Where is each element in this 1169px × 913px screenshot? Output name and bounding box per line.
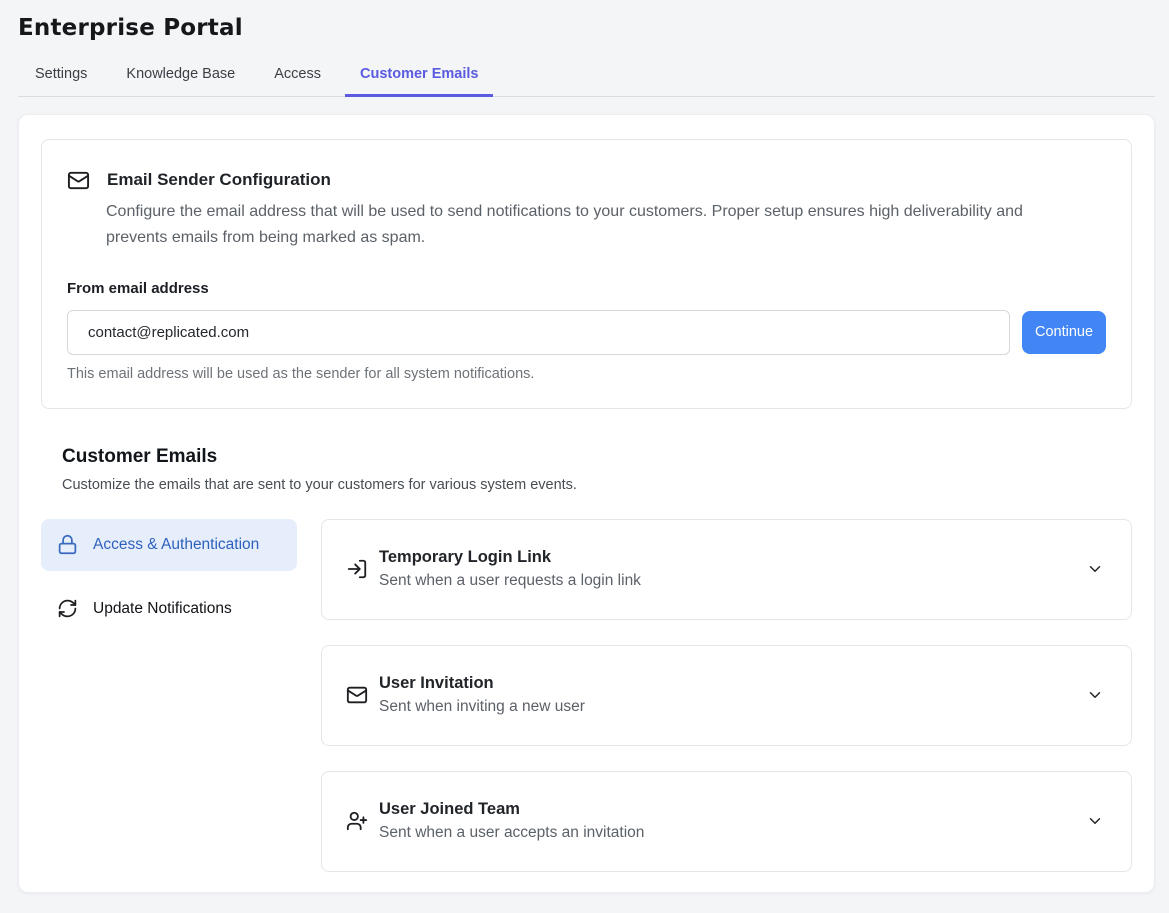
email-card-user-invitation[interactable]: User Invitation Sent when inviting a new… — [321, 645, 1132, 746]
refresh-icon — [57, 598, 78, 619]
chevron-down-icon[interactable] — [1086, 686, 1104, 704]
customer-emails-section-title: Customer Emails — [62, 446, 1132, 468]
page-title: Enterprise Portal — [18, 15, 1169, 41]
tab-settings[interactable]: Settings — [20, 55, 102, 97]
lock-icon — [57, 534, 78, 555]
config-card-description: Configure the email address that will be… — [106, 199, 1078, 252]
email-card-title: User Joined Team — [379, 800, 644, 819]
mail-icon — [67, 169, 90, 192]
email-category-list: Access & Authentication Update Notificat… — [41, 519, 297, 872]
category-label: Update Notifications — [93, 600, 232, 617]
customer-emails-panel: Email Sender Configuration Configure the… — [18, 114, 1155, 893]
category-update-notifications[interactable]: Update Notifications — [41, 583, 297, 635]
email-card-title: User Invitation — [379, 674, 585, 693]
email-template-list: Temporary Login Link Sent when a user re… — [321, 519, 1132, 872]
from-email-label: From email address — [67, 280, 1106, 297]
email-card-temporary-login-link[interactable]: Temporary Login Link Sent when a user re… — [321, 519, 1132, 620]
continue-button[interactable]: Continue — [1022, 311, 1106, 354]
chevron-down-icon[interactable] — [1086, 812, 1104, 830]
tab-customer-emails[interactable]: Customer Emails — [345, 55, 493, 97]
email-card-subtitle: Sent when a user accepts an invitation — [379, 824, 644, 842]
email-card-subtitle: Sent when inviting a new user — [379, 698, 585, 716]
email-card-title: Temporary Login Link — [379, 548, 641, 567]
user-plus-icon — [346, 810, 368, 832]
tab-bar: Settings Knowledge Base Access Customer … — [18, 55, 1155, 97]
email-card-subtitle: Sent when a user requests a login link — [379, 572, 641, 590]
category-label: Access & Authentication — [93, 536, 259, 553]
mail-icon — [346, 684, 368, 706]
email-sender-config-card: Email Sender Configuration Configure the… — [41, 139, 1132, 409]
tab-access[interactable]: Access — [259, 55, 336, 97]
category-access-authentication[interactable]: Access & Authentication — [41, 519, 297, 571]
from-email-input[interactable] — [67, 310, 1010, 355]
from-email-helper-text: This email address will be used as the s… — [67, 366, 1106, 382]
email-card-user-joined-team[interactable]: User Joined Team Sent when a user accept… — [321, 771, 1132, 872]
tab-knowledge-base[interactable]: Knowledge Base — [111, 55, 250, 97]
config-card-title: Email Sender Configuration — [107, 168, 331, 190]
customer-emails-section-description: Customize the emails that are sent to yo… — [62, 477, 1132, 493]
enterprise-portal-page: Enterprise Portal Settings Knowledge Bas… — [0, 15, 1169, 913]
chevron-down-icon[interactable] — [1086, 560, 1104, 578]
login-icon — [346, 558, 368, 580]
